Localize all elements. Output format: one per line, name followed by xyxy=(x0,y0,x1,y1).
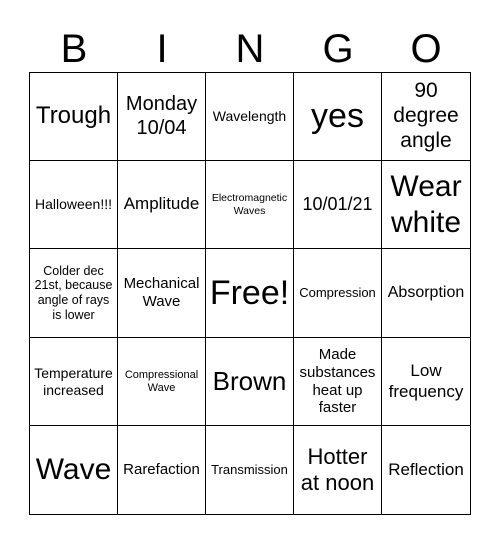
header-letter-i: I xyxy=(156,27,168,71)
bingo-cell[interactable]: Wave xyxy=(30,426,118,514)
cell-text: 10/01/21 xyxy=(302,193,373,214)
bingo-cell[interactable]: Rarefaction xyxy=(118,426,206,514)
bingo-cell[interactable]: Transmission xyxy=(206,426,294,514)
cell-text: Free! xyxy=(209,273,290,312)
header-letter-b: B xyxy=(60,27,88,71)
bingo-cell[interactable]: yes xyxy=(294,73,382,161)
cell-text: Absorption xyxy=(387,283,465,301)
bingo-cell[interactable]: Free! xyxy=(206,249,294,338)
cell-text: Low frequency xyxy=(388,361,464,401)
cell-text: Monday 10/04 xyxy=(125,92,198,139)
cell-text: Compression xyxy=(299,285,376,301)
bingo-cell[interactable]: Absorption xyxy=(382,249,470,338)
cell-text: Wear white xyxy=(390,170,462,239)
cell-text: Mechanical Wave xyxy=(123,275,200,310)
bingo-cell[interactable]: Monday 10/04 xyxy=(118,73,206,161)
cell-text: Halloween!!! xyxy=(34,196,113,213)
bingo-cell[interactable]: Trough xyxy=(30,73,118,161)
cell-text: Temperature increased xyxy=(34,364,113,398)
cell-text: Wavelength xyxy=(212,108,287,125)
header-letter-n: N xyxy=(235,27,265,71)
bingo-cell[interactable]: Brown xyxy=(206,338,294,426)
bingo-cell[interactable]: Reflection xyxy=(382,426,470,514)
cell-text: Compressional Wave xyxy=(124,368,199,394)
cell-text: Electromagnetic Waves xyxy=(211,192,288,217)
cell-text: Amplitude xyxy=(123,194,200,214)
cell-text: Brown xyxy=(212,366,287,397)
header-letter-o: O xyxy=(410,27,442,71)
cell-text: Reflection xyxy=(388,459,464,479)
header-letter-g: G xyxy=(322,27,354,71)
cell-text: Hotter at noon xyxy=(300,444,375,495)
bingo-cell[interactable]: Mechanical Wave xyxy=(118,249,206,338)
bingo-cell[interactable]: Colder dec 21st, because angle of rays i… xyxy=(30,249,118,338)
bingo-cell[interactable]: 90 degree angle xyxy=(382,73,470,161)
bingo-cell[interactable]: Low frequency xyxy=(382,338,470,426)
bingo-header: BINGO xyxy=(30,26,470,72)
bingo-cell[interactable]: Amplitude xyxy=(118,161,206,249)
bingo-cell[interactable]: 10/01/21 xyxy=(294,161,382,249)
cell-text: yes xyxy=(311,97,364,136)
bingo-cell[interactable]: Temperature increased xyxy=(30,338,118,426)
bingo-cell[interactable]: Hotter at noon xyxy=(294,426,382,514)
cell-text: Made substances heat up faster xyxy=(299,346,376,417)
cell-text: Colder dec 21st, because angle of rays i… xyxy=(34,263,113,322)
bingo-cell[interactable]: Halloween!!! xyxy=(30,161,118,249)
cell-text: Rarefaction xyxy=(123,461,200,479)
bingo-cell[interactable]: Electromagnetic Waves xyxy=(206,161,294,249)
bingo-cell[interactable]: Compression xyxy=(294,249,382,338)
bingo-grid: Trough Monday 10/04 Wavelength yes 90 degree… xyxy=(29,72,471,515)
cell-text: Transmission xyxy=(211,462,288,478)
cell-text: Trough xyxy=(35,102,112,130)
cell-text: Wave xyxy=(35,453,112,487)
bingo-cell[interactable]: Made substances heat up faster xyxy=(294,338,382,426)
cell-text: 90 degree angle xyxy=(393,79,459,152)
bingo-cell[interactable]: Compressional Wave xyxy=(118,338,206,426)
bingo-cell[interactable]: Wear white xyxy=(382,161,470,249)
bingo-cell[interactable]: Wavelength xyxy=(206,73,294,161)
